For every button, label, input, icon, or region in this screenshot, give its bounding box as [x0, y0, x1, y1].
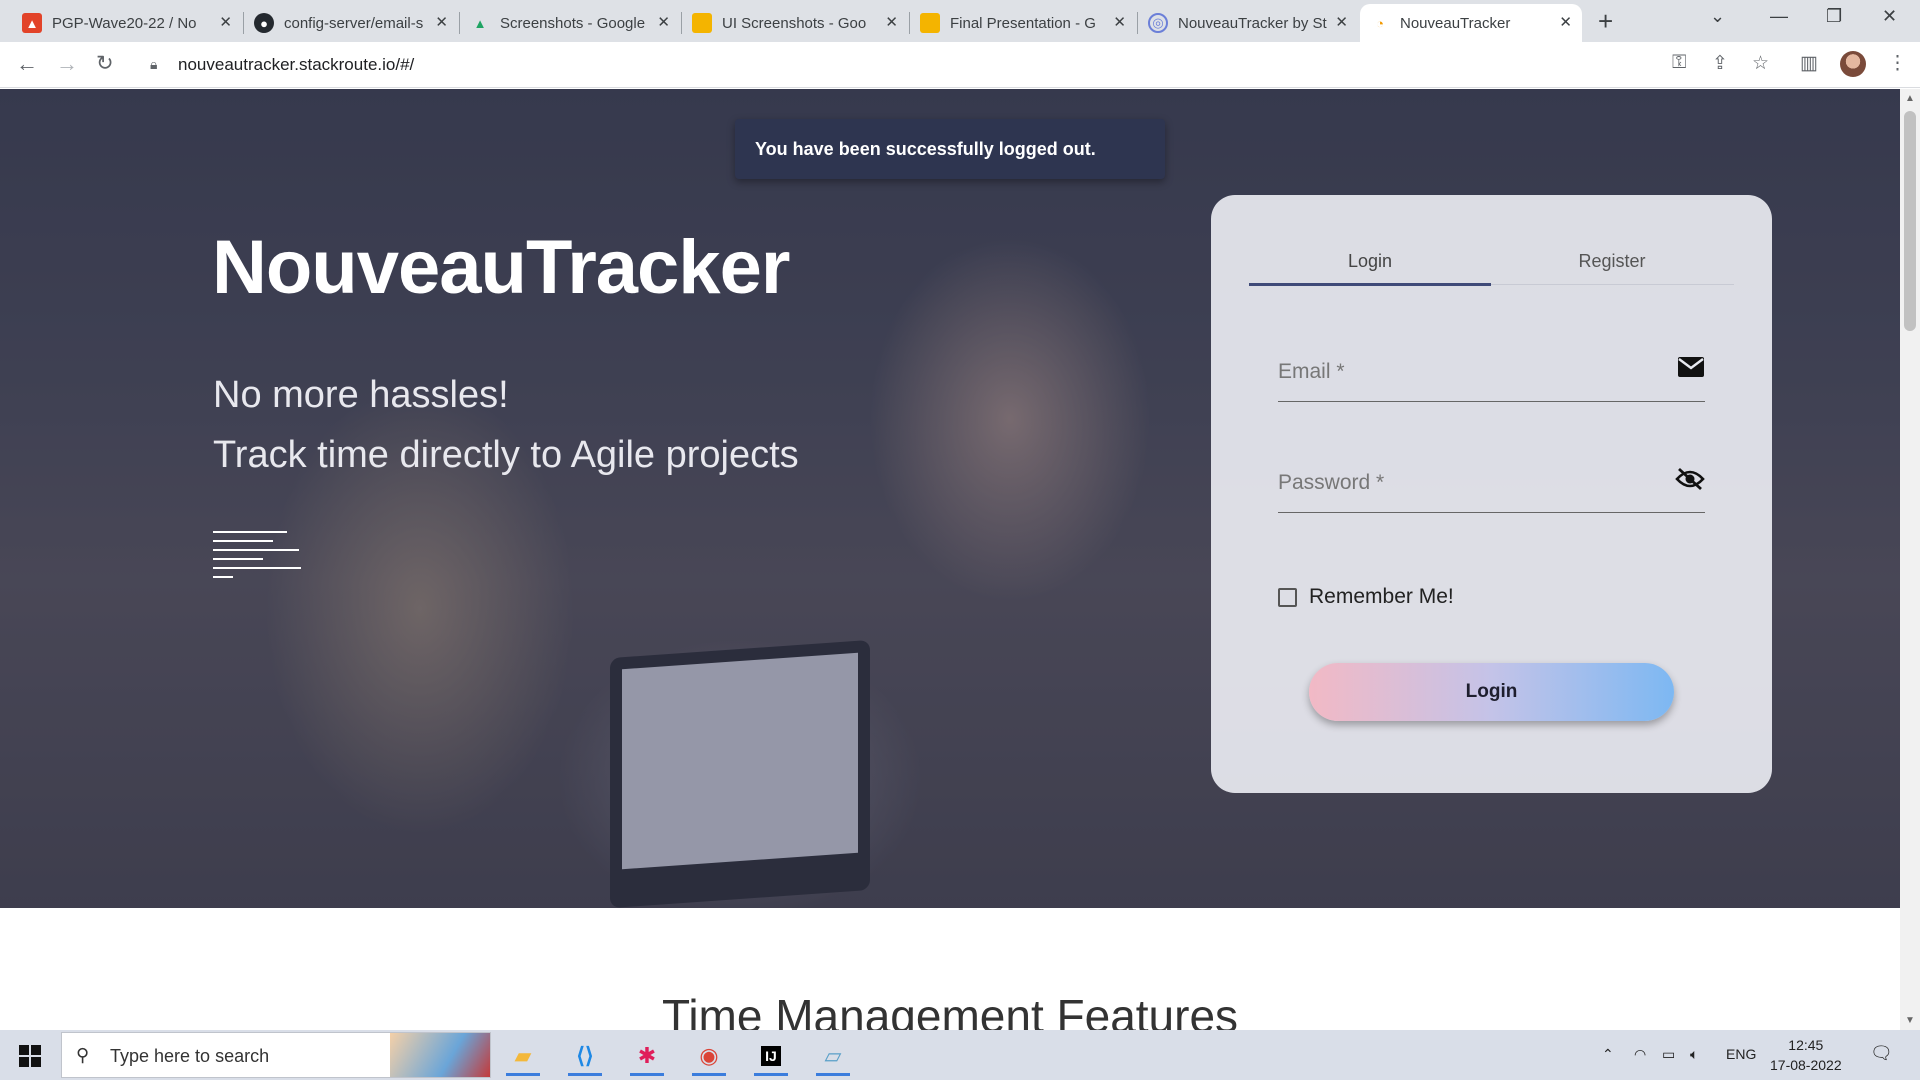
show-hidden-icons-icon[interactable]: ⌃ [1602, 1046, 1614, 1063]
minimize-icon[interactable]: — [1770, 6, 1788, 27]
scroll-down-icon[interactable]: ▼ [1905, 1015, 1915, 1026]
language-indicator[interactable]: ENG [1726, 1046, 1756, 1062]
google-slides-icon [920, 13, 940, 33]
visibility-off-icon[interactable] [1675, 467, 1705, 496]
login-button[interactable]: Login [1309, 663, 1674, 721]
page-scrollbar[interactable]: ▲ ▼ [1900, 89, 1920, 1030]
search-highlight-image [390, 1033, 490, 1077]
intellij-icon[interactable]: IJ [746, 1036, 796, 1076]
close-icon[interactable]: ✕ [1113, 13, 1126, 31]
tab-title: NouveauTracker by St [1178, 14, 1327, 32]
file-explorer-icon[interactable]: ▰ [498, 1036, 548, 1076]
tab-register[interactable]: Register [1491, 251, 1733, 272]
features-heading: Time Management Features [661, 990, 1239, 1030]
login-card: Login Register Remember Me! Log [1211, 195, 1772, 793]
close-icon[interactable]: ✕ [435, 13, 448, 31]
remember-label: Remember Me! [1309, 585, 1454, 608]
browser-tab-3[interactable]: ▲ Screenshots - Google ✕ [460, 4, 680, 42]
browser-tab-strip: ▲ PGP-Wave20-22 / No ✕ ● config-server/e… [0, 0, 1920, 42]
clock-time: 12:45 [1788, 1037, 1824, 1053]
key-icon[interactable]: ⚿ [1672, 52, 1686, 74]
window-close-icon[interactable]: ✕ [1882, 6, 1897, 27]
back-icon[interactable]: ← [16, 51, 38, 77]
tab-title: config-server/email-s [284, 14, 424, 32]
tab-title: UI Screenshots - Goo [722, 14, 867, 32]
restore-icon[interactable]: ❐ [1826, 6, 1842, 27]
new-tab-button[interactable]: + [1598, 6, 1613, 37]
toast-message: You have been successfully logged out. [755, 139, 1096, 159]
notepad-icon[interactable]: ▱ [808, 1036, 858, 1076]
tab-title: Final Presentation - G [950, 14, 1096, 32]
menu-icon[interactable]: ⋮ [1888, 52, 1907, 75]
close-icon[interactable]: ✕ [219, 13, 232, 31]
tagline-2: Track time directly to Agile projects [213, 434, 799, 476]
google-drive-icon: ▲ [473, 15, 487, 31]
browser-tab-1[interactable]: ▲ PGP-Wave20-22 / No ✕ [12, 4, 242, 42]
windows-taskbar: ⚲ Type here to search ▰ ⟨⟩ ✱ ◉ IJ ▱ ⌃ ◠ … [0, 1030, 1920, 1080]
bookmark-star-icon[interactable]: ☆ [1752, 52, 1769, 75]
remember-me[interactable]: Remember Me! [1278, 585, 1454, 609]
system-clock[interactable]: 12:45 17-08-2022 [1770, 1035, 1842, 1075]
browser-tab-6[interactable]: ◎ NouveauTracker by St ✕ [1138, 4, 1358, 42]
address-bar[interactable]: 🔒︎ nouveautracker.stackroute.io/#/ [140, 48, 1670, 82]
windows-start-icon[interactable] [19, 1045, 41, 1072]
browser-toolbar: ← → ↻ 🔒︎ nouveautracker.stackroute.io/#/… [0, 42, 1920, 88]
clock-date: 17-08-2022 [1770, 1057, 1842, 1073]
notifications-icon[interactable]: 🗨︎ [1870, 1043, 1893, 1064]
browser-tab-5[interactable]: Final Presentation - G ✕ [910, 4, 1136, 42]
close-icon[interactable]: ✕ [1559, 13, 1572, 31]
gitlab-icon: ▲ [22, 13, 42, 33]
email-field[interactable] [1278, 342, 1705, 402]
reload-icon[interactable]: ↻ [96, 51, 114, 76]
chrome-icon[interactable]: ◉ [684, 1036, 734, 1076]
url-text[interactable]: nouveautracker.stackroute.io/#/ [178, 55, 414, 75]
slack-icon[interactable]: ✱ [622, 1036, 672, 1076]
tab-title: PGP-Wave20-22 / No [52, 14, 197, 32]
email-input[interactable] [1278, 360, 1658, 384]
password-input[interactable] [1278, 471, 1658, 495]
github-icon: ● [254, 13, 274, 33]
tab-login[interactable]: Login [1249, 251, 1491, 272]
browser-tab-4[interactable]: UI Screenshots - Goo ✕ [682, 4, 908, 42]
tab-title: NouveauTracker [1400, 14, 1511, 32]
auth-tabs: Login Register [1249, 235, 1734, 286]
tab-title: Screenshots - Google [500, 14, 646, 32]
vscode-icon[interactable]: ⟨⟩ [560, 1036, 610, 1076]
battery-icon[interactable]: ▭ [1662, 1046, 1675, 1063]
scrollbar-thumb[interactable] [1904, 111, 1916, 331]
browser-tab-2[interactable]: ● config-server/email-s ✕ [244, 4, 458, 42]
password-field[interactable] [1278, 453, 1705, 513]
search-icon: ⚲ [76, 1045, 90, 1065]
browser-tab-7[interactable]: ◔ NouveauTracker ✕ [1360, 4, 1582, 42]
loading-icon: ◔ [1376, 15, 1384, 31]
forward-icon[interactable]: → [56, 51, 78, 77]
profile-avatar[interactable] [1840, 51, 1866, 77]
tagline-1: No more hassles! [213, 374, 509, 416]
decorative-lines [213, 531, 301, 585]
brand-title: NouveauTracker [212, 225, 790, 310]
email-icon [1677, 356, 1705, 383]
hero-section: You have been successfully logged out. N… [0, 89, 1900, 909]
logout-toast: You have been successfully logged out. [735, 119, 1165, 179]
page-viewport: You have been successfully logged out. N… [0, 89, 1900, 1030]
taskbar-search-placeholder: Type here to search [110, 1046, 270, 1066]
share-icon[interactable]: ⇪ [1712, 52, 1728, 75]
taskbar-search[interactable]: ⚲ Type here to search [61, 1032, 491, 1078]
close-icon[interactable]: ✕ [885, 13, 898, 31]
side-panel-icon[interactable]: ▥ [1800, 52, 1818, 75]
scroll-up-icon[interactable]: ▲ [1905, 93, 1915, 104]
lock-icon[interactable]: 🔒︎ [150, 56, 157, 73]
close-icon[interactable]: ✕ [657, 13, 670, 31]
active-tab-indicator [1249, 283, 1491, 286]
google-slides-icon [692, 13, 712, 33]
globe-icon: ◎ [1148, 13, 1168, 33]
tab-search-icon[interactable]: ⌄ [1710, 6, 1725, 27]
volume-icon[interactable]: 🔈︎ [1690, 1046, 1698, 1063]
close-icon[interactable]: ✕ [1335, 13, 1348, 31]
remember-checkbox[interactable] [1278, 587, 1297, 607]
network-icon[interactable]: ◠ [1634, 1046, 1646, 1063]
